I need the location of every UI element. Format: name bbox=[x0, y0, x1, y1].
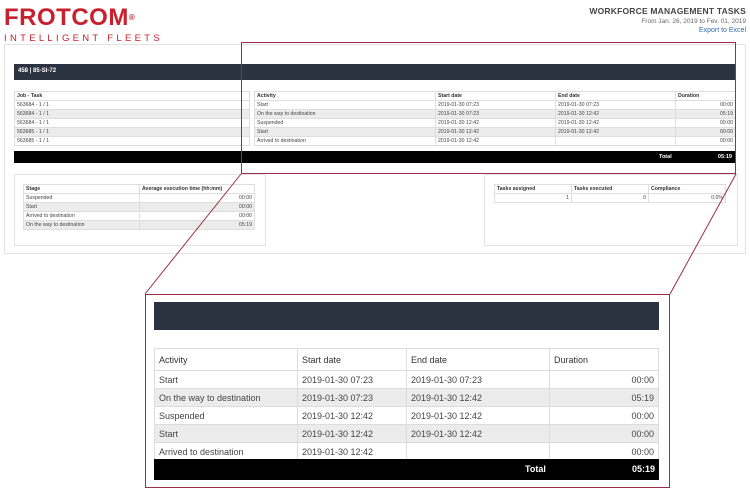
duration-cell: 00:00 bbox=[549, 442, 659, 461]
zoom-header-bar bbox=[154, 302, 659, 330]
start-date-header: Start date bbox=[297, 348, 407, 371]
activity-cell: On the way to destination bbox=[154, 388, 298, 407]
total-bar-zoomed: Total 05:19 bbox=[154, 459, 659, 480]
start-cell: 2019-01-30 07:23 bbox=[297, 388, 407, 407]
activity-cell: Arrived to destination bbox=[154, 442, 298, 461]
end-date-header: End date bbox=[406, 348, 550, 371]
duration-cell: 00:00 bbox=[549, 406, 659, 425]
total-label: Total bbox=[525, 464, 546, 474]
connector-line-right bbox=[669, 173, 737, 295]
end-cell: 2019-01-30 12:42 bbox=[406, 424, 550, 443]
activity-cell: Start bbox=[154, 370, 298, 389]
activity-cell: Start bbox=[154, 424, 298, 443]
activity-cell: Suspended bbox=[154, 406, 298, 425]
activities-table-zoomed: Activity Start date End date Duration St… bbox=[154, 348, 659, 461]
start-cell: 2019-01-30 12:42 bbox=[297, 442, 407, 461]
start-cell: 2019-01-30 12:42 bbox=[297, 406, 407, 425]
end-cell bbox=[406, 442, 550, 461]
start-cell: 2019-01-30 07:23 bbox=[297, 370, 407, 389]
duration-cell: 00:00 bbox=[549, 370, 659, 389]
end-cell: 2019-01-30 07:23 bbox=[406, 370, 550, 389]
end-cell: 2019-01-30 12:42 bbox=[406, 388, 550, 407]
duration-header: Duration bbox=[549, 348, 659, 371]
connector-line-left bbox=[144, 173, 242, 295]
end-cell: 2019-01-30 12:42 bbox=[406, 406, 550, 425]
duration-cell: 00:00 bbox=[549, 424, 659, 443]
start-cell: 2019-01-30 12:42 bbox=[297, 424, 407, 443]
total-value: 05:19 bbox=[631, 464, 655, 474]
duration-cell: 05:19 bbox=[549, 388, 659, 407]
activity-header: Activity bbox=[154, 348, 298, 371]
